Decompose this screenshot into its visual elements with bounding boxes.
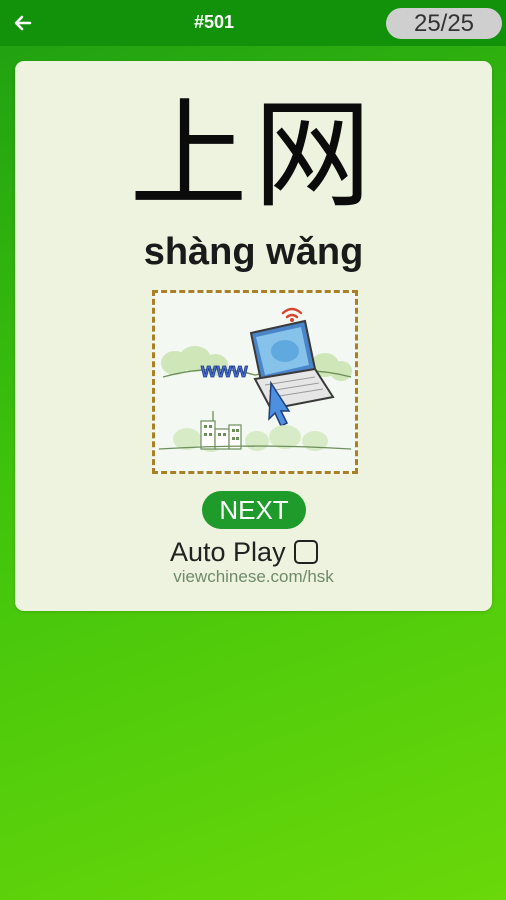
laptop-www-cursor-illustration: www	[155, 293, 355, 471]
pinyin-text: shàng wǎng	[143, 231, 364, 273]
autoplay-control[interactable]: Auto Play	[170, 535, 318, 569]
next-button[interactable]: NEXT	[202, 491, 306, 529]
progress-counter: 25/25	[386, 8, 502, 39]
chinese-characters: 上网	[129, 86, 378, 224]
top-bar: #501 25/25	[0, 0, 506, 46]
autoplay-label: Auto Play	[170, 536, 286, 567]
website-link[interactable]: viewchinese.com/hsk	[15, 567, 492, 587]
illustration-image: www	[152, 290, 358, 474]
www-label: www	[200, 360, 248, 382]
flashcard: 上网 shàng wǎng www NEXT Auto Play viewchi…	[15, 61, 492, 611]
autoplay-checkbox[interactable]	[293, 540, 318, 564]
page-title: #501	[193, 12, 235, 32]
